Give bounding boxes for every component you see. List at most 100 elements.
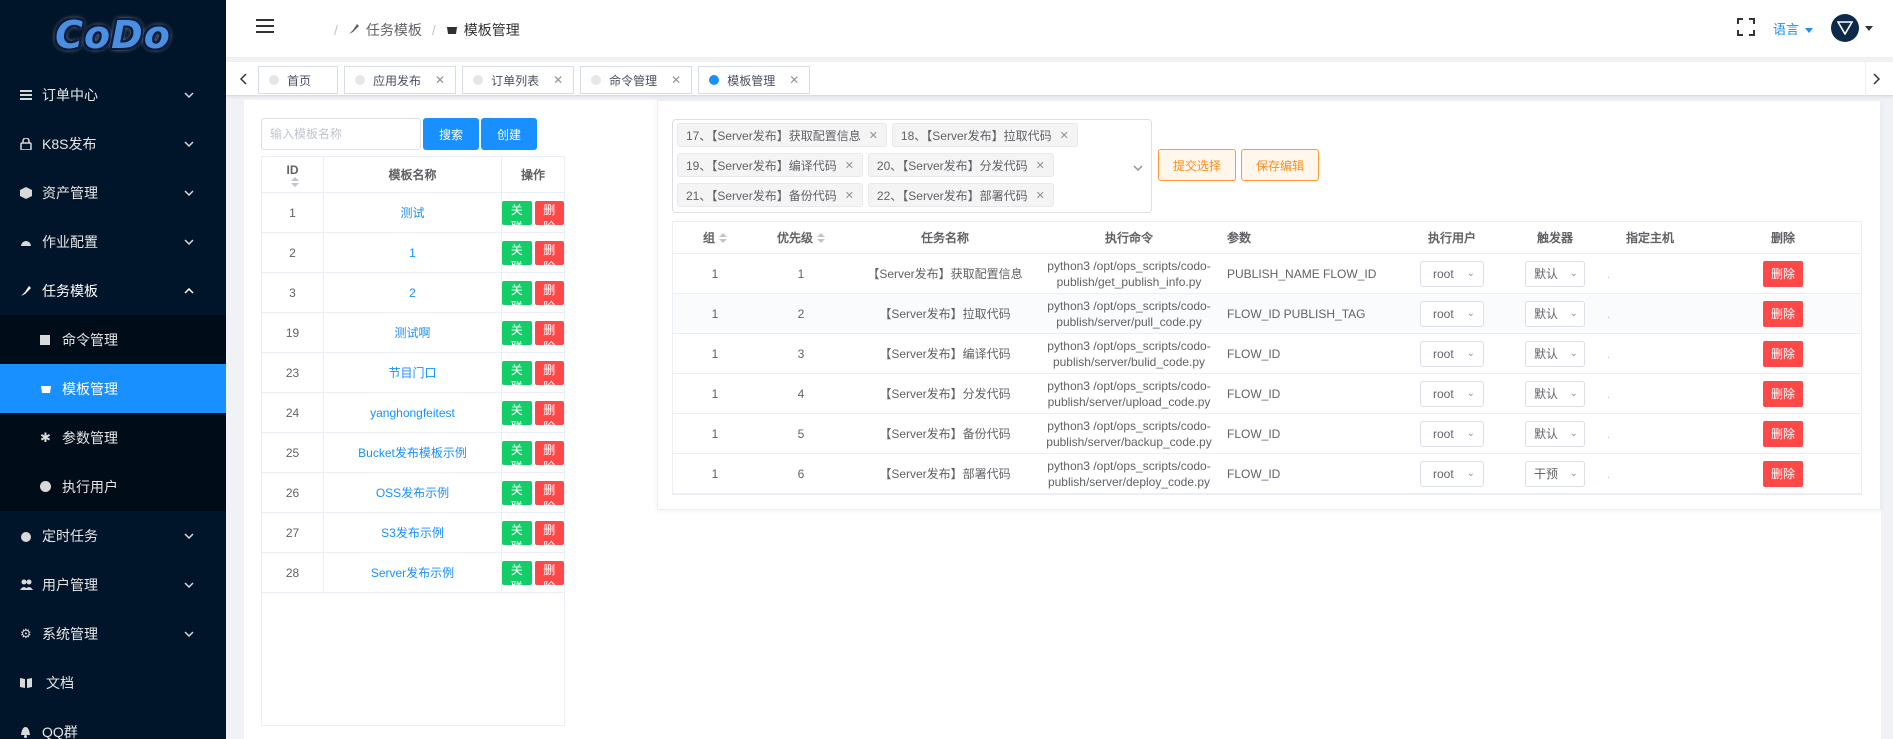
submit-selection-button[interactable]: 提交选择 [1158,149,1237,181]
close-icon[interactable]: ✕ [845,189,854,202]
template-search-input[interactable] [261,118,421,150]
sidebar-item-cron[interactable]: 定时任务 [0,511,226,560]
sidebar-item-exec-users[interactable]: 执行用户 [0,462,226,511]
close-icon[interactable]: ✕ [869,129,878,142]
template-name-link[interactable]: S3发布示例 [381,524,444,541]
trigger-select[interactable]: 默认 ⌄ [1525,380,1585,407]
close-icon[interactable]: ✕ [553,73,563,87]
tab-order-list[interactable]: 订单列表 ✕ [462,66,575,94]
delete-button[interactable]: 删除 [1762,380,1803,407]
sidebar-item-params[interactable]: ✱ 参数管理 [0,413,226,462]
cell-host[interactable]: . [1595,254,1705,293]
menu-toggle-icon[interactable] [256,19,274,35]
exec-user-select[interactable]: root ⌄ [1420,380,1484,407]
cell-host[interactable]: . [1595,294,1705,333]
exec-user-select[interactable]: root ⌄ [1420,340,1484,367]
sidebar-item-assets[interactable]: 资产管理 [0,168,226,217]
sidebar-item-docs[interactable]: 文档 [0,658,226,707]
template-name-link[interactable]: OSS发布示例 [376,484,449,501]
sidebar-item-templates[interactable]: 模板管理 [0,364,226,413]
link-button[interactable]: 关联 [502,360,532,394]
link-button[interactable]: 关联 [502,560,532,594]
close-icon[interactable]: ✕ [435,73,445,87]
template-name-link[interactable]: 2 [409,286,416,300]
template-name-link[interactable]: 测试啊 [394,324,430,341]
cell-host[interactable]: . [1595,414,1705,453]
link-button[interactable]: 关联 [502,440,532,474]
trigger-select[interactable]: 默认 ⌄ [1525,260,1585,287]
trigger-select[interactable]: 默认 ⌄ [1525,420,1585,447]
sidebar-item-k8s[interactable]: K8S发布 [0,119,226,168]
close-icon[interactable]: ✕ [671,73,681,87]
trigger-select[interactable]: 默认 ⌄ [1525,340,1585,367]
delete-button[interactable]: 删除 [1762,420,1803,447]
sidebar-item-users[interactable]: 用户管理 [0,560,226,609]
delete-button[interactable]: 删除 [534,280,564,314]
delete-button[interactable]: 删除 [534,240,564,274]
delete-button[interactable]: 删除 [534,440,564,474]
template-name-link[interactable]: 1 [409,246,416,260]
template-name-link[interactable]: Bucket发布模板示例 [358,444,467,461]
delete-button[interactable]: 删除 [534,200,564,234]
delete-button[interactable]: 删除 [534,480,564,514]
exec-user-select[interactable]: root ⌄ [1420,300,1484,327]
logo[interactable]: CoDo [0,0,226,70]
tab-app-publish[interactable]: 应用发布 ✕ [344,66,457,94]
exec-user-select[interactable]: root ⌄ [1420,420,1484,447]
close-icon[interactable]: ✕ [789,73,799,87]
delete-button[interactable]: 删除 [534,520,564,554]
delete-button[interactable]: 删除 [1762,460,1803,487]
breadcrumb-item[interactable]: 任务模板 [366,20,422,40]
cell-host[interactable]: . [1595,334,1705,373]
delete-button[interactable]: 删除 [1762,260,1803,287]
link-button[interactable]: 关联 [502,400,532,434]
exec-user-select[interactable]: root ⌄ [1420,260,1484,287]
create-button[interactable]: 创建 [481,118,538,150]
sort-icon[interactable] [290,176,299,187]
cell-host[interactable]: . [1595,454,1705,493]
chevron-right-icon[interactable] [1865,62,1887,96]
sidebar-item-orders[interactable]: 订单中心 [0,70,226,119]
sidebar-item-jobs[interactable]: 作业配置 [0,217,226,266]
link-button[interactable]: 关联 [502,240,532,274]
exec-user-select[interactable]: root ⌄ [1420,460,1484,487]
sort-icon[interactable] [719,232,727,243]
task-multi-select[interactable]: 17、【Server发布】获取配置信息 ✕ 18、【Server发布】拉取代码 ✕ 19… [672,119,1152,213]
template-name-link[interactable]: 测试 [400,204,424,221]
delete-button[interactable]: 删除 [1762,300,1803,327]
column-header-id[interactable]: ID [262,157,324,192]
link-button[interactable]: 关联 [502,320,532,354]
close-icon[interactable]: ✕ [1036,159,1045,172]
close-icon[interactable]: ✕ [1060,129,1069,142]
delete-button[interactable]: 删除 [534,360,564,394]
delete-button[interactable]: 删除 [534,400,564,434]
column-header-group[interactable]: 组 [673,222,757,253]
link-button[interactable]: 关联 [502,200,532,234]
delete-button[interactable]: 删除 [534,320,564,354]
template-name-link[interactable]: Server发布示例 [371,564,454,581]
sidebar-item-qq[interactable]: QQ群 [0,707,226,739]
template-name-link[interactable]: yanghongfeitest [370,406,455,420]
chevron-left-icon[interactable] [232,62,254,96]
template-name-link[interactable]: 节目门口 [388,364,436,381]
language-dropdown[interactable]: 语言 [1773,19,1813,38]
column-header-priority[interactable]: 优先级 [757,222,845,253]
sort-icon[interactable] [817,232,825,243]
close-icon[interactable]: ✕ [1036,189,1045,202]
chevron-down-icon[interactable] [1133,160,1143,174]
link-button[interactable]: 关联 [502,480,532,514]
sidebar-item-task-templates[interactable]: 任务模板 [0,266,226,315]
link-button[interactable]: 关联 [502,520,532,554]
link-button[interactable]: 关联 [502,280,532,314]
save-edit-button[interactable]: 保存编辑 [1241,149,1320,181]
delete-button[interactable]: 删除 [1762,340,1803,367]
tab-home[interactable]: 首页 [258,66,338,94]
search-button[interactable]: 搜索 [423,118,480,150]
sidebar-item-commands[interactable]: 命令管理 [0,315,226,364]
tab-command-mgmt[interactable]: 命令管理 ✕ [580,66,693,94]
delete-button[interactable]: 删除 [534,560,564,594]
user-dropdown[interactable] [1831,14,1873,42]
tab-template-mgmt[interactable]: 模板管理 ✕ [698,66,811,94]
trigger-select[interactable]: 默认 ⌄ [1525,300,1585,327]
sidebar-item-system[interactable]: ⚙ 系统管理 [0,609,226,658]
